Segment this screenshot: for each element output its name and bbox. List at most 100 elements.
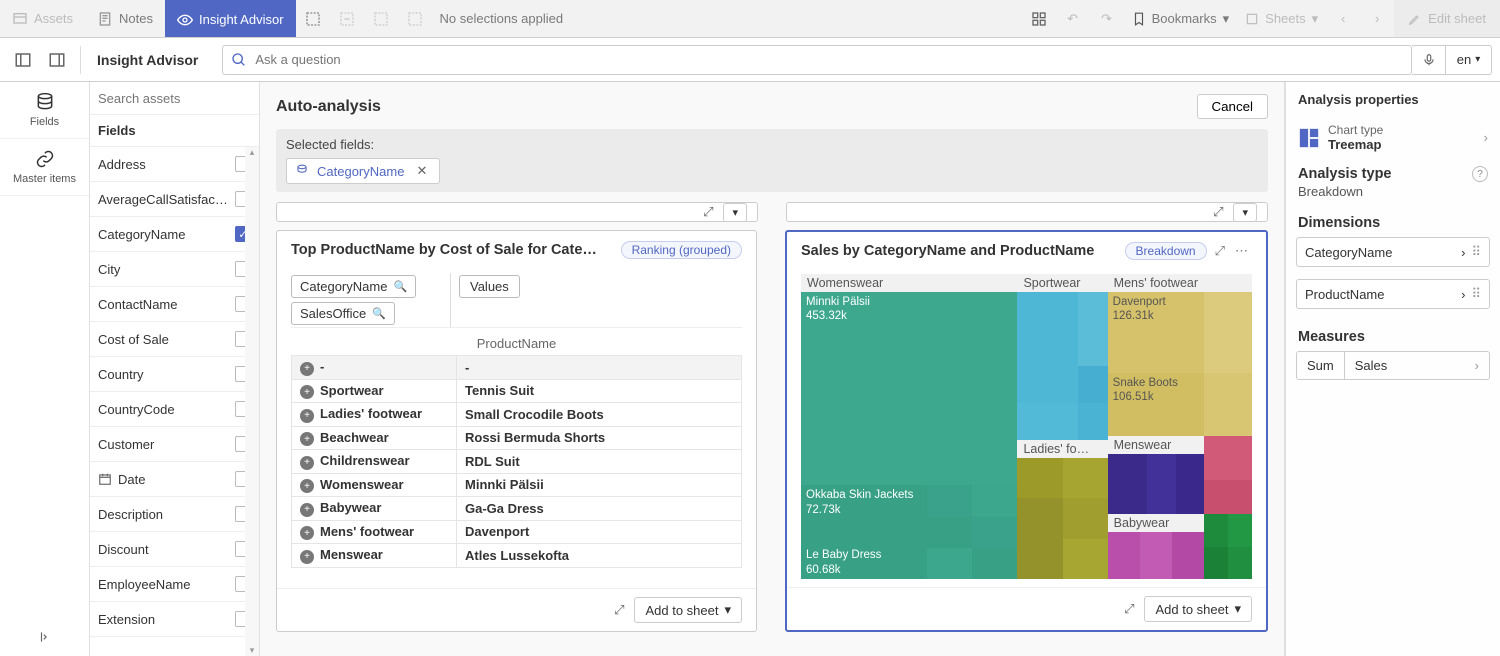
field-row[interactable]: Customer xyxy=(90,427,259,462)
pivot-dim-salesoffice[interactable]: SalesOffice🔍 xyxy=(291,302,395,325)
selection-clear-icon xyxy=(407,11,423,27)
mic-button[interactable] xyxy=(1412,45,1446,75)
eye-icon xyxy=(177,12,193,28)
selection-tool-button-1[interactable] xyxy=(296,0,330,37)
assets-icon xyxy=(12,11,28,27)
field-row[interactable]: Discount xyxy=(90,532,259,567)
pivot-dim-categoryname[interactable]: CategoryName🔍 xyxy=(291,275,416,298)
selection-back-icon xyxy=(339,11,355,27)
field-row[interactable]: CountryCode xyxy=(90,392,259,427)
mic-icon xyxy=(1422,53,1436,67)
product-column-header: ProductName xyxy=(291,327,742,355)
treemap-cat-babywear: Babywear xyxy=(1108,514,1204,532)
rail-fields[interactable]: Fields xyxy=(0,82,89,139)
drag-handle-icon[interactable]: ⠿ xyxy=(1471,244,1481,260)
field-row[interactable]: AverageCallSatisfac… xyxy=(90,182,259,217)
help-icon[interactable]: ? xyxy=(1472,166,1488,182)
field-label: Country xyxy=(98,367,229,382)
field-row[interactable]: Date xyxy=(90,462,259,497)
assets-button[interactable]: Assets xyxy=(0,0,85,37)
dimension-categoryname[interactable]: CategoryName ›⠿ xyxy=(1296,237,1490,267)
field-row[interactable]: Address xyxy=(90,147,259,182)
fields-header: Fields xyxy=(90,114,259,147)
table-row: +BabywearGa-Ga Dress xyxy=(292,497,742,521)
selection-tool-button-4[interactable] xyxy=(398,0,432,37)
search-icon: 🔍 xyxy=(393,280,407,293)
dimension-productname[interactable]: ProductName ›⠿ xyxy=(1296,279,1490,309)
insight-advisor-tab[interactable]: Insight Advisor xyxy=(165,0,296,37)
explore-icon-2[interactable]: ⤢ xyxy=(1124,601,1134,617)
field-row[interactable]: Country xyxy=(90,357,259,392)
rail-master-items[interactable]: Master items xyxy=(0,139,89,196)
undo-button[interactable]: ↶ xyxy=(1056,0,1090,37)
field-label: Cost of Sale xyxy=(98,332,229,347)
no-selections-text: No selections applied xyxy=(432,11,572,26)
expand-icon[interactable]: + xyxy=(300,456,314,470)
workspace: Auto-analysis Cancel Selected fields: Ca… xyxy=(260,82,1285,656)
analysis-type-label: Analysis type xyxy=(1298,166,1392,182)
add-to-sheet-button-1[interactable]: Add to sheet ▾ xyxy=(634,597,742,623)
expand-icon[interactable]: + xyxy=(300,432,314,446)
selection-tool-button-3[interactable] xyxy=(364,0,398,37)
prev-sheet-button[interactable]: ‹ xyxy=(1326,0,1360,37)
page-title: Insight Advisor xyxy=(81,52,214,68)
field-row[interactable]: Cost of Sale xyxy=(90,322,259,357)
agg-value: Sum xyxy=(1297,352,1345,379)
explore-icon-1[interactable]: ⤢ xyxy=(614,602,624,618)
left-panel-toggle[interactable] xyxy=(8,46,38,74)
field-row[interactable]: CategoryName xyxy=(90,217,259,252)
notes-button[interactable]: Notes xyxy=(85,0,165,37)
language-dropdown[interactable]: en ▾ xyxy=(1446,45,1492,75)
expand-icon[interactable]: + xyxy=(300,503,314,517)
remove-selected-field[interactable]: ✕ xyxy=(412,163,431,179)
chart-type-label: Chart type xyxy=(1328,123,1383,137)
selection-tool-button-2[interactable] xyxy=(330,0,364,37)
redo-button[interactable]: ↷ xyxy=(1090,0,1124,37)
expand-icon[interactable]: + xyxy=(300,385,314,399)
chevron-right-icon: › xyxy=(1461,245,1465,260)
language-label: en xyxy=(1457,52,1471,67)
fields-scrollbar[interactable]: ▴▾ xyxy=(245,147,259,656)
search-icon: 🔍 xyxy=(372,307,386,320)
collapse-rail-button[interactable] xyxy=(0,618,89,656)
expand-icon[interactable]: + xyxy=(300,362,314,376)
search-input[interactable] xyxy=(255,52,1403,67)
card2-badge: Breakdown xyxy=(1125,242,1207,260)
grid-toggle-button[interactable] xyxy=(1022,0,1056,37)
field-row[interactable]: ContactName xyxy=(90,287,259,322)
selected-fields-bar: Selected fields: CategoryName ✕ xyxy=(276,129,1268,192)
database-icon xyxy=(35,92,55,112)
expand-icon[interactable]: + xyxy=(300,550,314,564)
measure-value: Sales xyxy=(1345,352,1465,379)
search-assets-input[interactable] xyxy=(98,82,251,114)
right-panel-toggle[interactable] xyxy=(42,46,72,74)
more-options-button[interactable]: ⋯ xyxy=(1235,243,1248,259)
chevron-down-icon: ▾ xyxy=(1475,54,1480,65)
cancel-button[interactable]: Cancel xyxy=(1197,94,1269,119)
field-row[interactable]: Extension xyxy=(90,602,259,637)
analysis-card-ranking: Top ProductName by Cost of Sale for Cate… xyxy=(276,230,757,632)
add-to-sheet-button-2[interactable]: Add to sheet ▾ xyxy=(1144,596,1252,622)
next-sheet-button[interactable]: › xyxy=(1360,0,1394,37)
bookmarks-dropdown[interactable]: Bookmarks ▾ xyxy=(1124,11,1238,27)
fullscreen-button[interactable]: ⤢ xyxy=(1215,243,1225,259)
table-row: +BeachwearRossi Bermuda Shorts xyxy=(292,426,742,450)
card1-badge: Ranking (grouped) xyxy=(621,241,742,259)
field-row[interactable]: City xyxy=(90,252,259,287)
drag-handle-icon[interactable]: ⠿ xyxy=(1471,286,1481,302)
measure-row[interactable]: Sum Sales › xyxy=(1296,351,1490,380)
search-box[interactable] xyxy=(222,45,1412,75)
expand-icon[interactable]: + xyxy=(300,526,314,540)
treemap-icon xyxy=(1298,127,1320,149)
treemap-chart[interactable]: Womenswear Minnki Pälsii453.32k Okkaba S… xyxy=(801,274,1252,579)
expand-icon[interactable]: + xyxy=(300,409,314,423)
chart-type-row[interactable]: Chart type Treemap › xyxy=(1286,117,1500,158)
field-row[interactable]: Description xyxy=(90,497,259,532)
selection-rect-icon xyxy=(305,11,321,27)
field-row[interactable]: EmployeeName xyxy=(90,567,259,602)
edit-sheet-button[interactable]: Edit sheet xyxy=(1394,0,1500,37)
expand-icon[interactable]: + xyxy=(300,479,314,493)
sheets-dropdown[interactable]: Sheets ▾ xyxy=(1237,11,1326,27)
treemap-cat-mensfootwear: Mens' footwear xyxy=(1108,274,1252,292)
chevron-down-icon: ▾ xyxy=(1234,601,1241,617)
